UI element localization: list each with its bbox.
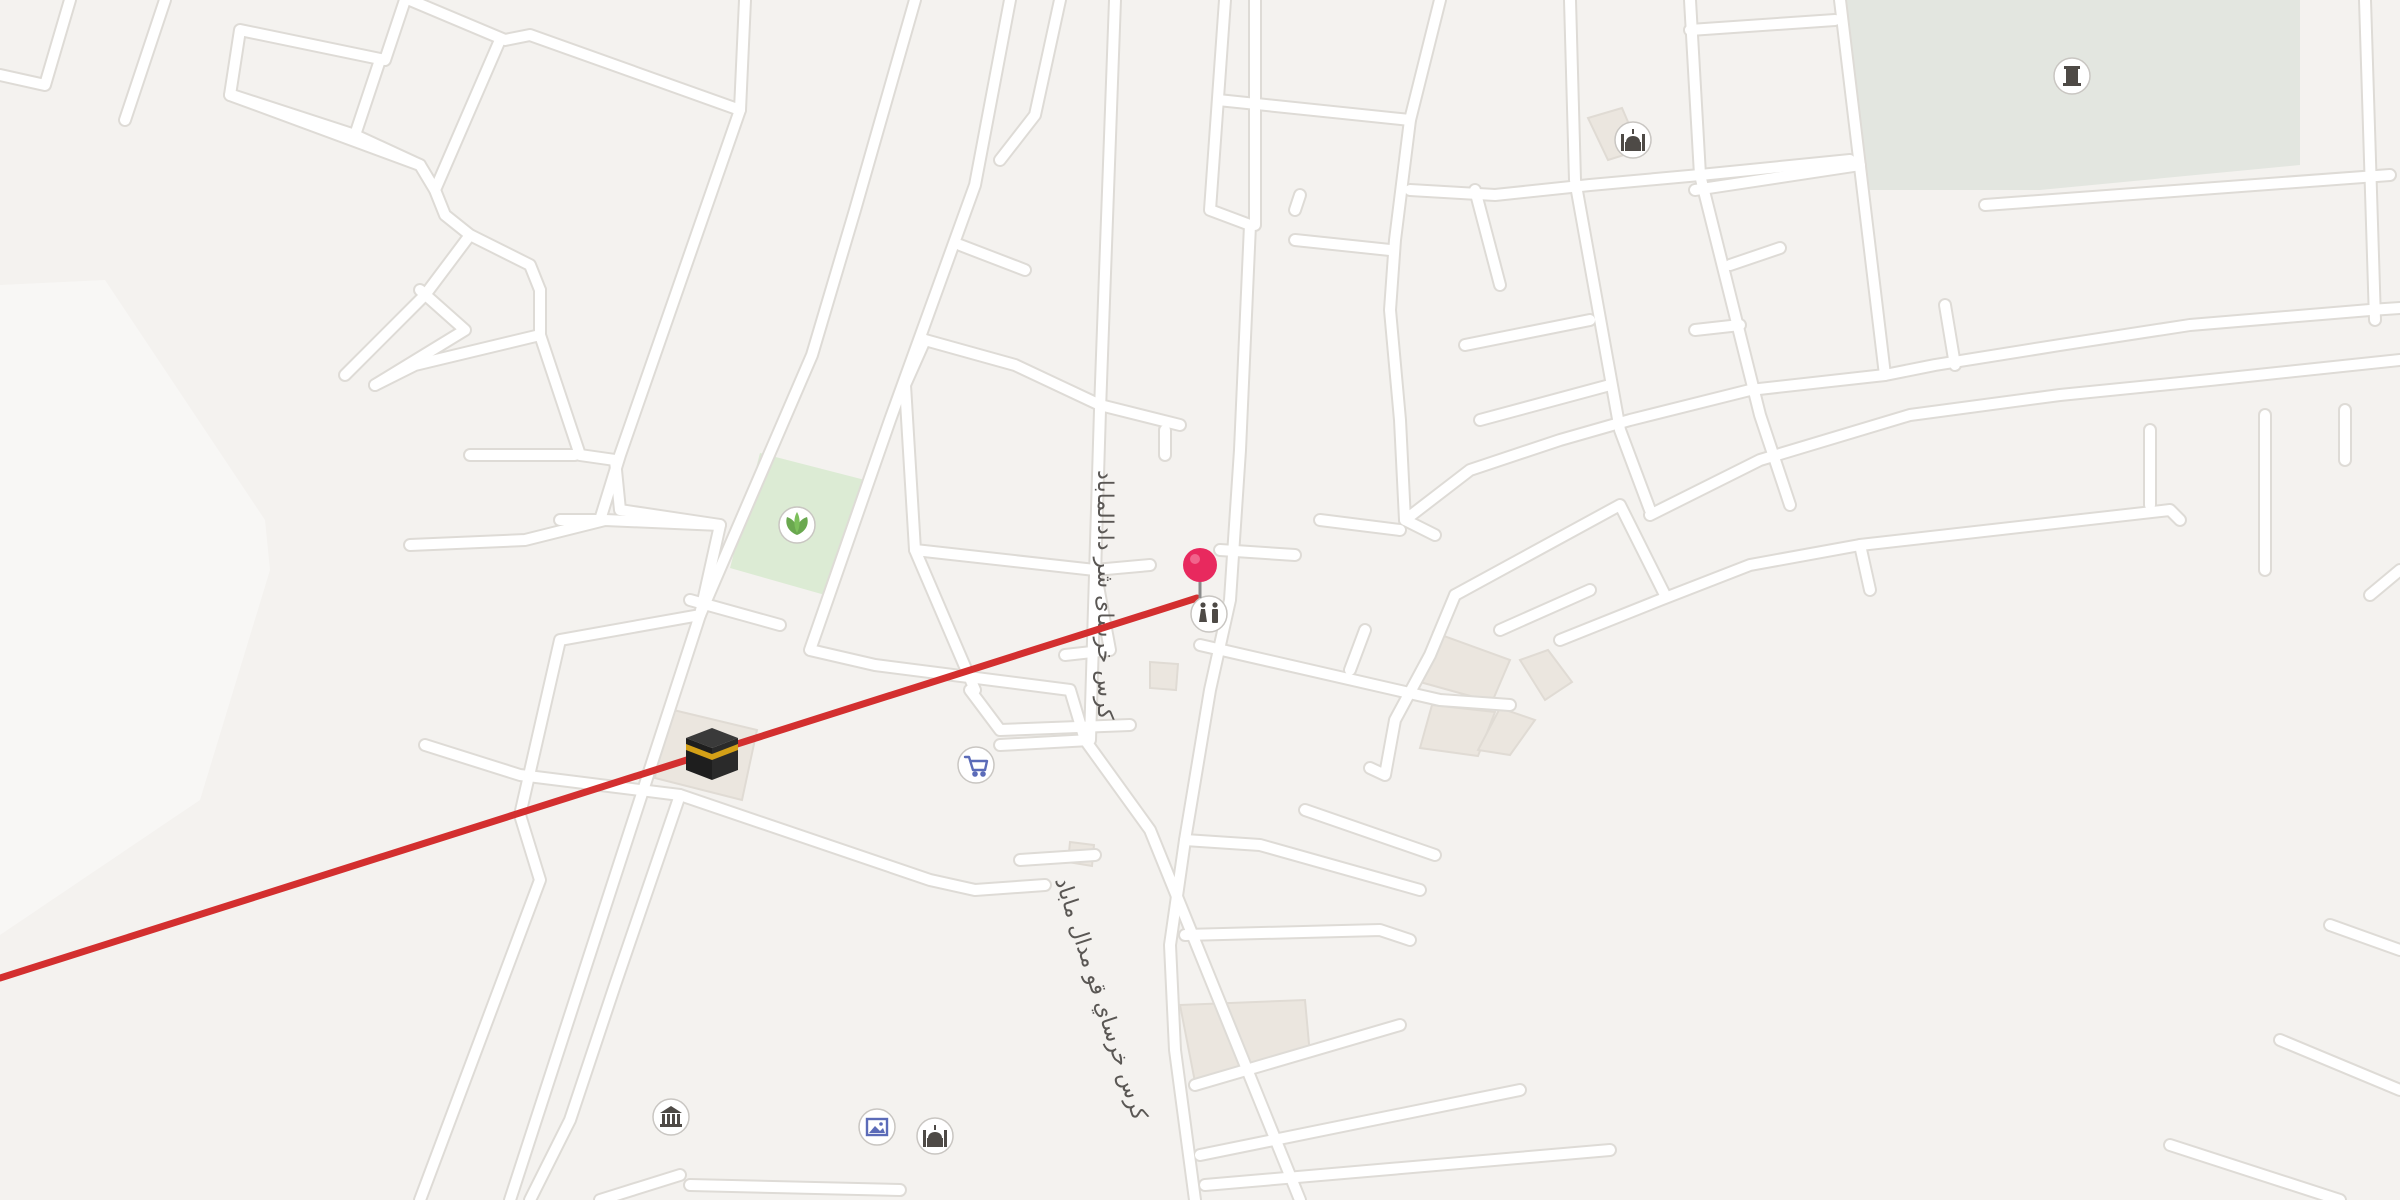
mosque-poi-top[interactable] bbox=[1614, 121, 1652, 159]
map-view[interactable]: کرس خرسای شر دادالماباد کرس خرساي قو مدا… bbox=[0, 0, 2400, 1200]
building bbox=[1149, 660, 1180, 692]
map-canvas[interactable]: کرس خرسای شر دادالماباد کرس خرساي قو مدا… bbox=[0, 0, 2400, 1200]
gallery-poi[interactable] bbox=[858, 1108, 896, 1146]
restroom-poi[interactable] bbox=[1190, 595, 1228, 633]
mosque-poi-bottom[interactable] bbox=[916, 1117, 954, 1155]
kaaba-icon bbox=[686, 728, 738, 780]
park-poi[interactable] bbox=[778, 506, 816, 544]
shopping-poi[interactable] bbox=[957, 746, 995, 784]
monument-poi[interactable] bbox=[2053, 57, 2091, 95]
museum-poi[interactable] bbox=[652, 1098, 690, 1136]
cemetery-area bbox=[1845, 0, 2300, 190]
kaaba-poi[interactable] bbox=[686, 728, 738, 780]
street-label-upper: کرس خرسای شر دادالماباد bbox=[1092, 470, 1117, 720]
